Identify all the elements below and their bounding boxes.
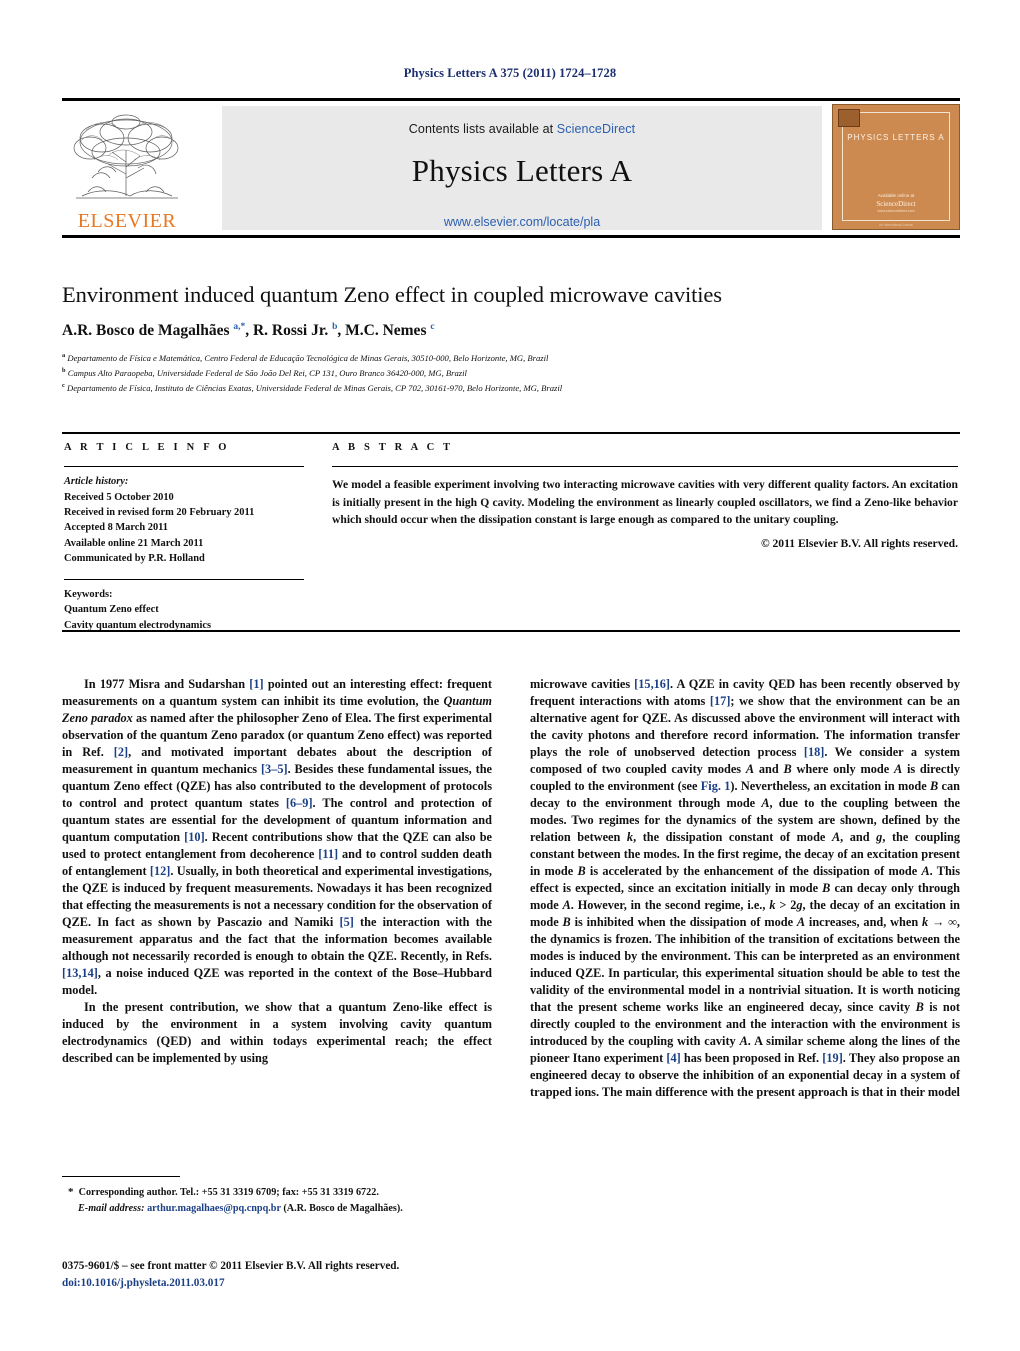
info-abstract-band: A R T I C L E I N F O Article history: R… xyxy=(62,432,960,640)
affiliation-marker-c: c xyxy=(62,381,65,389)
asterisk-icon: * xyxy=(68,1186,74,1199)
cover-bottom-bar: An International Journal xyxy=(879,223,913,227)
affiliation-text-c: Departamento de Física, Instituto de Ciê… xyxy=(67,382,563,393)
keywords-rule xyxy=(64,578,304,580)
article-history-label: Article history: xyxy=(64,476,129,488)
cover-foot-line-2: ScienceDirect xyxy=(876,200,916,208)
body-column-left: In 1977 Misra and Sudarshan [1] pointed … xyxy=(62,676,492,1067)
keyword-item-1: Quantum Zeno effect xyxy=(64,604,159,616)
history-item-revised: Received in revised form 20 February 201… xyxy=(64,506,255,518)
corresponding-author-note: * Corresponding author. Tel.: +55 31 331… xyxy=(62,1184,492,1201)
masthead-bottom-rule xyxy=(62,235,960,238)
cover-foot-line-3: www.sciencedirect.com xyxy=(877,209,915,213)
footnote-block: * Corresponding author. Tel.: +55 31 331… xyxy=(62,1176,492,1216)
masthead-banner: Contents lists available at ScienceDirec… xyxy=(222,106,822,230)
affiliation-c: c Departamento de Física, Instituto de C… xyxy=(62,381,960,396)
cover-elsevier-logo-icon xyxy=(838,109,860,127)
email-label: E-mail address: xyxy=(78,1202,145,1214)
journal-masthead: ELSEVIER Contents lists available at Sci… xyxy=(62,98,960,238)
masthead-top-rule xyxy=(62,98,960,101)
article-title: Environment induced quantum Zeno effect … xyxy=(62,282,722,307)
affiliation-a: a Departamento de Física e Matemática, C… xyxy=(62,351,960,366)
affiliation-text-a: Departamento de Física e Matemática, Cen… xyxy=(67,352,549,363)
history-item-accepted: Accepted 8 March 2011 xyxy=(64,522,168,534)
keywords-section: Keywords: Quantum Zeno effect Cavity qua… xyxy=(64,587,304,634)
history-item-online: Available online 21 March 2011 xyxy=(64,537,204,549)
journal-title: Physics Letters A xyxy=(411,153,633,188)
affiliation-text-b: Campus Alto Paraopeba, Universidade Fede… xyxy=(67,367,467,378)
running-head: Physics Letters A 375 (2011) 1724–1728 xyxy=(403,66,617,80)
author-list: A.R. Bosco de Magalhães a,*, R. Rossi Jr… xyxy=(62,321,435,340)
affiliation-marker-a: a xyxy=(62,352,66,360)
keywords-label: Keywords: xyxy=(64,588,113,600)
band-bottom-rule xyxy=(62,630,960,632)
affiliation-list: a Departamento de Física e Matemática, C… xyxy=(62,351,960,395)
abstract-rule xyxy=(332,466,958,468)
contents-prefix-text: Contents lists available at xyxy=(408,122,557,136)
corresponding-author-text: Corresponding author. Tel.: +55 31 3319 … xyxy=(78,1187,379,1199)
affiliation-marker-b: b xyxy=(62,366,66,374)
affiliation-b: b Campus Alto Paraopeba, Universidade Fe… xyxy=(62,366,960,381)
abstract-copyright: © 2011 Elsevier B.V. All rights reserved… xyxy=(760,537,958,551)
band-top-rule xyxy=(62,432,960,434)
issn-front-matter-line: 0375-9601/$ – see front matter © 2011 El… xyxy=(62,1260,400,1272)
elsevier-tree-icon xyxy=(73,114,179,199)
article-info-heading: A R T I C L E I N F O xyxy=(64,442,230,453)
email-link[interactable]: arthur.magalhaes@pq.cnpq.br xyxy=(147,1203,281,1214)
cover-foot-line-1: Available online at xyxy=(877,193,915,198)
abstract-text: We model a feasible experiment involving… xyxy=(332,478,958,527)
abstract-heading: A B S T R A C T xyxy=(332,442,454,453)
title-block: Environment induced quantum Zeno effect … xyxy=(62,282,960,395)
paragraph-intro-2: In the present contribution, we show tha… xyxy=(62,1000,492,1066)
body-column-right: microwave cavities [15,16]. A QZE in cav… xyxy=(530,676,960,1101)
elsevier-logo: ELSEVIER xyxy=(64,105,190,231)
issn-doi-block: 0375-9601/$ – see front matter © 2011 El… xyxy=(62,1258,522,1292)
paragraph-intro-1: In 1977 Misra and Sudarshan [1] pointed … xyxy=(62,677,493,998)
email-note: E-mail address: arthur.magalhaes@pq.cnpq… xyxy=(62,1201,492,1217)
sciencedirect-link[interactable]: ScienceDirect xyxy=(557,122,635,136)
footnote-rule xyxy=(62,1176,180,1178)
history-item-received: Received 5 October 2010 xyxy=(64,491,174,503)
abstract-column: A B S T R A C T We model a feasible expe… xyxy=(332,442,958,550)
journal-cover-thumbnail[interactable]: PHYSICS LETTERS A Available online at Sc… xyxy=(832,104,960,230)
email-owner: (A.R. Bosco de Magalhães). xyxy=(283,1202,403,1214)
doi-link[interactable]: doi:10.1016/j.physleta.2011.03.017 xyxy=(62,1275,522,1292)
journal-url-link[interactable]: www.elsevier.com/locate/pla xyxy=(222,215,822,229)
elsevier-wordmark: ELSEVIER xyxy=(77,210,177,232)
article-history: Article history: Received 5 October 2010… xyxy=(64,474,304,566)
cover-journal-title: PHYSICS LETTERS A xyxy=(847,133,945,142)
history-item-communicated: Communicated by P.R. Holland xyxy=(64,553,205,565)
journal-article-page: Physics Letters A 375 (2011) 1724–1728 E… xyxy=(0,0,1020,1351)
article-info-rule xyxy=(64,466,304,468)
paragraph-intro-3: microwave cavities [15,16]. A QZE in cav… xyxy=(530,677,961,1100)
article-info-column: A R T I C L E I N F O Article history: R… xyxy=(64,442,304,634)
contents-available-line: Contents lists available at ScienceDirec… xyxy=(222,106,822,136)
